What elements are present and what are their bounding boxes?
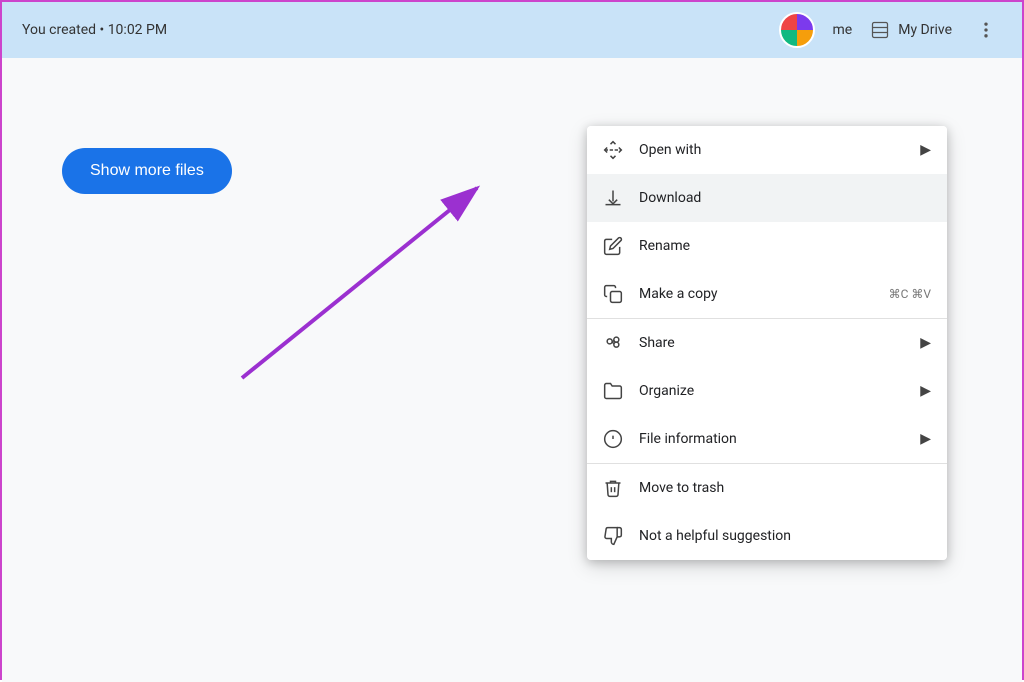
organize-icon xyxy=(603,381,623,401)
more-vert-icon xyxy=(976,20,996,40)
more-options-button[interactable] xyxy=(970,14,1002,46)
share-icon xyxy=(603,333,623,353)
menu-item-download[interactable]: Download xyxy=(587,174,947,222)
organize-label: Organize xyxy=(639,383,904,399)
not-helpful-icon xyxy=(603,526,623,546)
menu-section-3: Move to trash Not a helpful suggestion xyxy=(587,464,947,560)
file-info-icon xyxy=(603,429,623,449)
my-drive-label: My Drive xyxy=(898,22,952,38)
my-drive-button[interactable]: My Drive xyxy=(870,20,952,40)
menu-item-file-info[interactable]: File information ▶ xyxy=(587,415,947,463)
organize-arrow: ▶ xyxy=(920,383,931,399)
user-name: me xyxy=(833,22,853,38)
main-content: Show more files xyxy=(2,58,1022,682)
not-helpful-label: Not a helpful suggestion xyxy=(639,528,931,544)
open-with-icon xyxy=(603,140,623,160)
rename-icon xyxy=(603,236,623,256)
context-menu: Open with ▶ Download xyxy=(587,126,947,560)
share-label: Share xyxy=(639,335,904,351)
download-label: Download xyxy=(639,190,931,206)
trash-label: Move to trash xyxy=(639,480,931,496)
menu-item-rename[interactable]: Rename xyxy=(587,222,947,270)
user-avatar[interactable] xyxy=(779,12,815,48)
download-icon xyxy=(603,188,623,208)
open-with-label: Open with xyxy=(639,142,904,158)
make-copy-shortcut: ⌘C ⌘V xyxy=(889,287,931,301)
created-text: You created • 10:02 PM xyxy=(22,22,167,38)
file-info-label: File information xyxy=(639,431,904,447)
trash-icon xyxy=(603,478,623,498)
menu-item-trash[interactable]: Move to trash xyxy=(587,464,947,512)
rename-label: Rename xyxy=(639,238,931,254)
open-with-arrow: ▶ xyxy=(920,142,931,158)
menu-section-1: Open with ▶ Download xyxy=(587,126,947,319)
menu-section-2: Share ▶ Organize ▶ xyxy=(587,319,947,464)
make-copy-label: Make a copy xyxy=(639,286,873,302)
file-info-arrow: ▶ xyxy=(920,431,931,447)
menu-item-share[interactable]: Share ▶ xyxy=(587,319,947,367)
menu-item-make-copy[interactable]: Make a copy ⌘C ⌘V xyxy=(587,270,947,318)
top-bar: You created • 10:02 PM me My Drive xyxy=(2,2,1022,58)
top-bar-left: You created • 10:02 PM xyxy=(22,22,779,38)
arrow-annotation xyxy=(222,158,522,388)
share-arrow: ▶ xyxy=(920,335,931,351)
drive-icon xyxy=(870,20,890,40)
top-bar-right: me My Drive xyxy=(779,12,1002,48)
menu-item-not-helpful[interactable]: Not a helpful suggestion xyxy=(587,512,947,560)
menu-item-organize[interactable]: Organize ▶ xyxy=(587,367,947,415)
show-more-files-button[interactable]: Show more files xyxy=(62,148,232,194)
menu-item-open-with[interactable]: Open with ▶ xyxy=(587,126,947,174)
make-copy-icon xyxy=(603,284,623,304)
